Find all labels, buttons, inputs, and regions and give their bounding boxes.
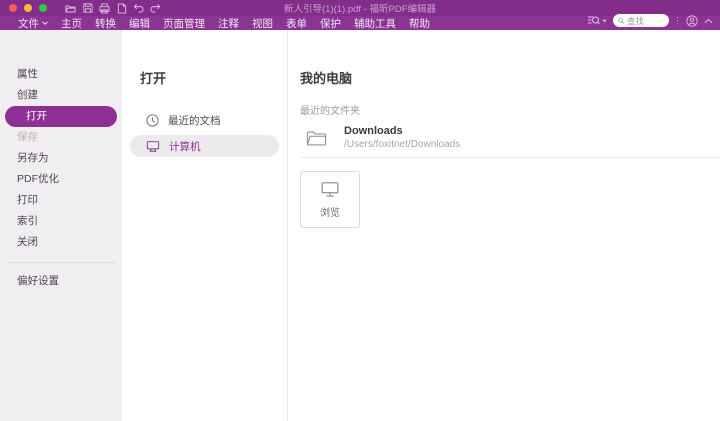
- sidebar-divider: [6, 262, 116, 263]
- find-input[interactable]: [627, 16, 664, 26]
- folder-row-divider: [300, 157, 720, 158]
- minimize-window-button[interactable]: [24, 4, 32, 12]
- quick-access-toolbar: [65, 3, 161, 14]
- menu-view[interactable]: 视图: [252, 16, 273, 31]
- backstage-sidebar: 属性 创建 打开 保存 另存为 PDF优化 打印 索引 关闭 偏好设置: [0, 30, 122, 421]
- sidebar-item-print[interactable]: 打印: [0, 190, 122, 211]
- menu-file-label: 文件: [18, 16, 39, 31]
- folder-texts: Downloads /Users/foxitnet/Downloads: [344, 125, 460, 151]
- redo-icon[interactable]: [150, 3, 161, 14]
- menu-form[interactable]: 表单: [286, 16, 307, 31]
- sidebar-item-properties[interactable]: 属性: [0, 64, 122, 85]
- sidebar-item-close[interactable]: 关闭: [0, 232, 122, 253]
- menubar-right-cluster: [587, 14, 714, 27]
- browse-label: 浏览: [320, 204, 340, 219]
- menu-comment[interactable]: 注释: [218, 16, 239, 31]
- sidebar-item-save-as[interactable]: 另存为: [0, 148, 122, 169]
- recent-folder-row[interactable]: Downloads /Users/foxitnet/Downloads: [300, 125, 720, 151]
- browse-button[interactable]: 浏览: [300, 171, 360, 228]
- recent-folders-label: 最近的文件夹: [300, 102, 720, 117]
- menu-items: 文件 主页 转换 编辑 页面管理 注释 视图 表单 保护 辅助工具 帮助: [0, 16, 430, 31]
- menu-edit[interactable]: 编辑: [129, 16, 150, 31]
- close-window-button[interactable]: [9, 4, 17, 12]
- open-item-computer[interactable]: 计算机: [130, 135, 279, 157]
- collapse-ribbon-icon[interactable]: [704, 18, 713, 24]
- menu-protect[interactable]: 保护: [320, 16, 341, 31]
- menu-file[interactable]: 文件: [18, 16, 48, 31]
- clock-icon: [146, 114, 159, 127]
- search-icon: [618, 17, 624, 25]
- undo-icon[interactable]: [133, 3, 144, 14]
- print-icon[interactable]: [99, 3, 110, 14]
- foxit-pdf-editor-window: 新人引导(1)(1).pdf - 福昕PDF编辑器 文件 主页 转换 编辑 页面…: [0, 0, 720, 421]
- traffic-lights: [0, 4, 47, 12]
- open-panel-title: 打开: [140, 68, 287, 87]
- document-icon[interactable]: [116, 3, 127, 14]
- sidebar-item-index[interactable]: 索引: [0, 211, 122, 232]
- find-dropdown-icon[interactable]: [587, 15, 607, 26]
- open-location-list: 最近的文档 计算机: [122, 109, 287, 157]
- zoom-window-button[interactable]: [39, 4, 47, 12]
- open-item-recent-documents[interactable]: 最近的文档: [122, 109, 287, 131]
- menu-home[interactable]: 主页: [61, 16, 82, 31]
- sidebar-item-pdf-optimize[interactable]: PDF优化: [0, 169, 122, 190]
- menu-page-organize[interactable]: 页面管理: [163, 16, 205, 31]
- search-box: [613, 14, 669, 27]
- backstage-body: 属性 创建 打开 保存 另存为 PDF优化 打印 索引 关闭 偏好设置 打开 最…: [0, 30, 720, 421]
- folder-path: /Users/foxitnet/Downloads: [344, 138, 460, 151]
- computer-panel-title: 我的电脑: [300, 68, 720, 87]
- open-item-label: 最近的文档: [168, 113, 221, 128]
- computer-icon: [146, 140, 160, 153]
- menu-convert[interactable]: 转换: [95, 16, 116, 31]
- sidebar-item-preferences[interactable]: 偏好设置: [0, 271, 122, 292]
- open-icon[interactable]: [65, 3, 76, 14]
- account-icon[interactable]: [686, 15, 698, 27]
- kebab-icon[interactable]: [675, 17, 681, 25]
- open-item-label: 计算机: [169, 139, 201, 154]
- my-computer-panel: 我的电脑 最近的文件夹 Downloads /Users/foxitnet/Do…: [288, 30, 720, 421]
- folder-icon: [306, 129, 327, 147]
- chevron-down-icon: [42, 21, 48, 25]
- save-icon[interactable]: [82, 3, 93, 14]
- menu-accessibility[interactable]: 辅助工具: [354, 16, 396, 31]
- open-panel: 打开 最近的文档 计算机: [122, 30, 288, 421]
- computer-icon: [320, 181, 340, 198]
- menu-help[interactable]: 帮助: [409, 16, 430, 31]
- sidebar-item-save: 保存: [0, 127, 122, 148]
- sidebar-item-create[interactable]: 创建: [0, 85, 122, 106]
- sidebar-item-open[interactable]: 打开: [5, 106, 117, 127]
- menubar: 文件 主页 转换 编辑 页面管理 注释 视图 表单 保护 辅助工具 帮助: [0, 16, 720, 30]
- folder-name: Downloads: [344, 125, 460, 138]
